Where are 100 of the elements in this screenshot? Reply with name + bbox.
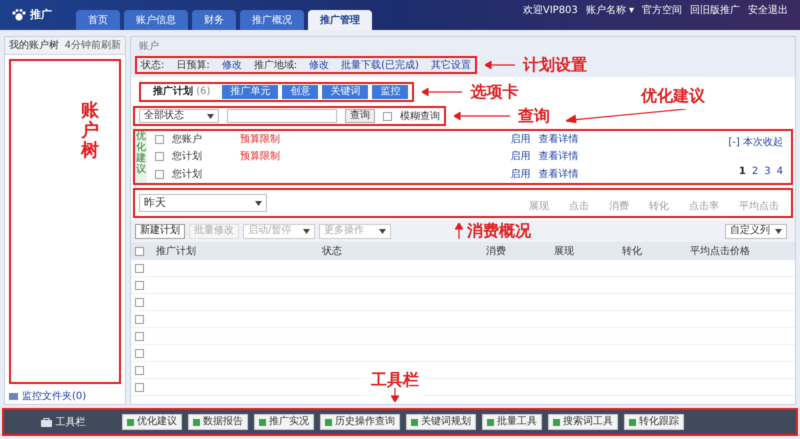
- suggestion-link[interactable]: 启用: [510, 149, 530, 164]
- column-header[interactable]: 平均点击价格: [690, 244, 754, 258]
- view-tab[interactable]: 推广单元: [222, 85, 278, 99]
- nav-tab[interactable]: 财务: [192, 10, 236, 30]
- collapse-toggle[interactable]: [-] 本次收起: [728, 135, 783, 150]
- tool-button[interactable]: 优化建议: [122, 414, 182, 430]
- tool-button[interactable]: 批量工具: [482, 414, 542, 430]
- row-checkbox[interactable]: [135, 366, 144, 374]
- annotation-arrow: [455, 223, 463, 239]
- custom-columns-select[interactable]: 自定义列: [725, 224, 787, 238]
- settings-link[interactable]: 修改: [309, 58, 330, 72]
- header-link[interactable]: 账户名称 ▾: [586, 3, 634, 18]
- annotation-label: 计划设置: [522, 57, 587, 73]
- column-header[interactable]: 推广计划: [148, 244, 318, 258]
- tool-button[interactable]: 转化跟踪: [624, 414, 684, 430]
- row-checkbox[interactable]: [135, 348, 144, 358]
- tool-icon: [553, 418, 560, 426]
- metric-label: 点击率: [689, 200, 719, 214]
- tool-icon: [259, 418, 266, 426]
- suggestion-tag: 预算限制: [240, 149, 280, 164]
- settings-label: 状态:: [141, 58, 164, 72]
- toolbox-icon: [40, 418, 52, 426]
- logo-text: 推广: [30, 6, 52, 23]
- status-select[interactable]: 全部状态: [139, 109, 219, 123]
- tool-icon: [325, 418, 332, 426]
- column-header[interactable]: 状态: [322, 244, 482, 258]
- row-checkbox[interactable]: [155, 170, 164, 179]
- annotation-label: 消费概况: [467, 223, 531, 239]
- monitor-folder-link[interactable]: 监控文件夹(0): [22, 388, 86, 404]
- column-header[interactable]: 展现: [554, 244, 618, 258]
- view-tab[interactable]: 关键词: [322, 85, 368, 99]
- nav-tab[interactable]: 首页: [76, 10, 120, 30]
- view-tab[interactable]: 创意: [282, 85, 318, 99]
- toolbar-title: 工具栏: [56, 416, 86, 430]
- page-link[interactable]: 3: [764, 164, 771, 179]
- row-checkbox[interactable]: [155, 135, 164, 144]
- page-link[interactable]: 2: [752, 164, 758, 179]
- toolbar-button[interactable]: 新建计划: [135, 224, 185, 238]
- tool-button[interactable]: 搜索词工具: [548, 414, 618, 430]
- header-link[interactable]: 回旧版推广: [690, 3, 740, 18]
- nav-tab[interactable]: 推广管理: [308, 10, 372, 30]
- suggestion-link[interactable]: 查看详情: [538, 149, 578, 164]
- caret-icon: [379, 228, 386, 234]
- suggestion-link[interactable]: 启用: [510, 166, 530, 182]
- row-checkbox[interactable]: [135, 332, 144, 340]
- nav-tab[interactable]: 推广概况: [240, 10, 304, 30]
- tool-icon: [193, 418, 200, 426]
- suggestion-text: 您账户: [172, 132, 203, 148]
- row-checkbox[interactable]: [155, 152, 164, 162]
- page-link[interactable]: 1: [738, 164, 746, 179]
- annotation-arrow: [484, 61, 515, 69]
- header-link[interactable]: 安全退出: [748, 3, 788, 18]
- tool-button[interactable]: 推广实况: [254, 414, 314, 430]
- view-tab[interactable]: 监控: [372, 85, 408, 99]
- settings-link[interactable]: 批量下载(已完成): [341, 58, 419, 72]
- metric-label: 展现: [529, 200, 549, 214]
- tool-button[interactable]: 数据报告: [188, 414, 248, 430]
- metric-label: 平均点击: [739, 200, 779, 214]
- refresh-button[interactable]: 4分钟前刷新: [64, 38, 121, 53]
- nav-tab[interactable]: 账户信息: [124, 10, 188, 30]
- settings-link[interactable]: 其它设置: [430, 58, 471, 72]
- tool-icon: [127, 418, 134, 426]
- row-checkbox[interactable]: [135, 280, 144, 290]
- tool-button[interactable]: 关键词规划: [406, 414, 476, 430]
- header-link[interactable]: 欢迎VIP803: [522, 3, 578, 18]
- header-link[interactable]: 官方空间: [642, 3, 682, 18]
- fuzzy-checkbox[interactable]: [383, 112, 392, 120]
- metric-label: 消费: [609, 200, 629, 214]
- annotation-label: 选项卡: [470, 84, 518, 100]
- settings-link[interactable]: 修改: [222, 58, 242, 72]
- suggestion-link[interactable]: 查看详情: [538, 166, 578, 182]
- tool-button[interactable]: 历史操作查询: [320, 414, 400, 430]
- tool-icon: [629, 418, 636, 426]
- caret-icon: [775, 228, 782, 234]
- row-checkbox[interactable]: [135, 314, 144, 324]
- annotation-label: 查询: [518, 108, 550, 124]
- period-select[interactable]: 昨天: [139, 194, 267, 212]
- annotation-arrow: [454, 112, 510, 120]
- search-field[interactable]: [227, 109, 337, 123]
- query-button[interactable]: 查询: [345, 109, 375, 123]
- caret-icon: [255, 200, 262, 206]
- metric-label: 点击: [569, 200, 589, 214]
- annotation-arrow: [391, 388, 399, 402]
- column-header[interactable]: 转化: [622, 244, 686, 258]
- row-checkbox[interactable]: [135, 264, 144, 272]
- suggestion-link[interactable]: 查看详情: [538, 132, 578, 148]
- suggestion-tag: 预算限制: [240, 132, 280, 148]
- folder-icon: [9, 392, 18, 400]
- row-checkbox[interactable]: [135, 298, 144, 306]
- annotation-label: 账户树: [81, 101, 99, 163]
- row-checkbox[interactable]: [135, 382, 144, 392]
- annotation-arrow: [422, 88, 462, 96]
- annotation-label: 工具栏: [371, 372, 419, 388]
- metric-label: 转化: [649, 200, 669, 214]
- caret-icon: [303, 228, 310, 234]
- page-link[interactable]: 4: [776, 164, 783, 179]
- suggestion-link[interactable]: 启用: [510, 132, 530, 148]
- annotation-label: 优化建议: [641, 88, 705, 104]
- column-header[interactable]: 消费: [486, 244, 550, 258]
- header-checkbox[interactable]: [135, 246, 144, 256]
